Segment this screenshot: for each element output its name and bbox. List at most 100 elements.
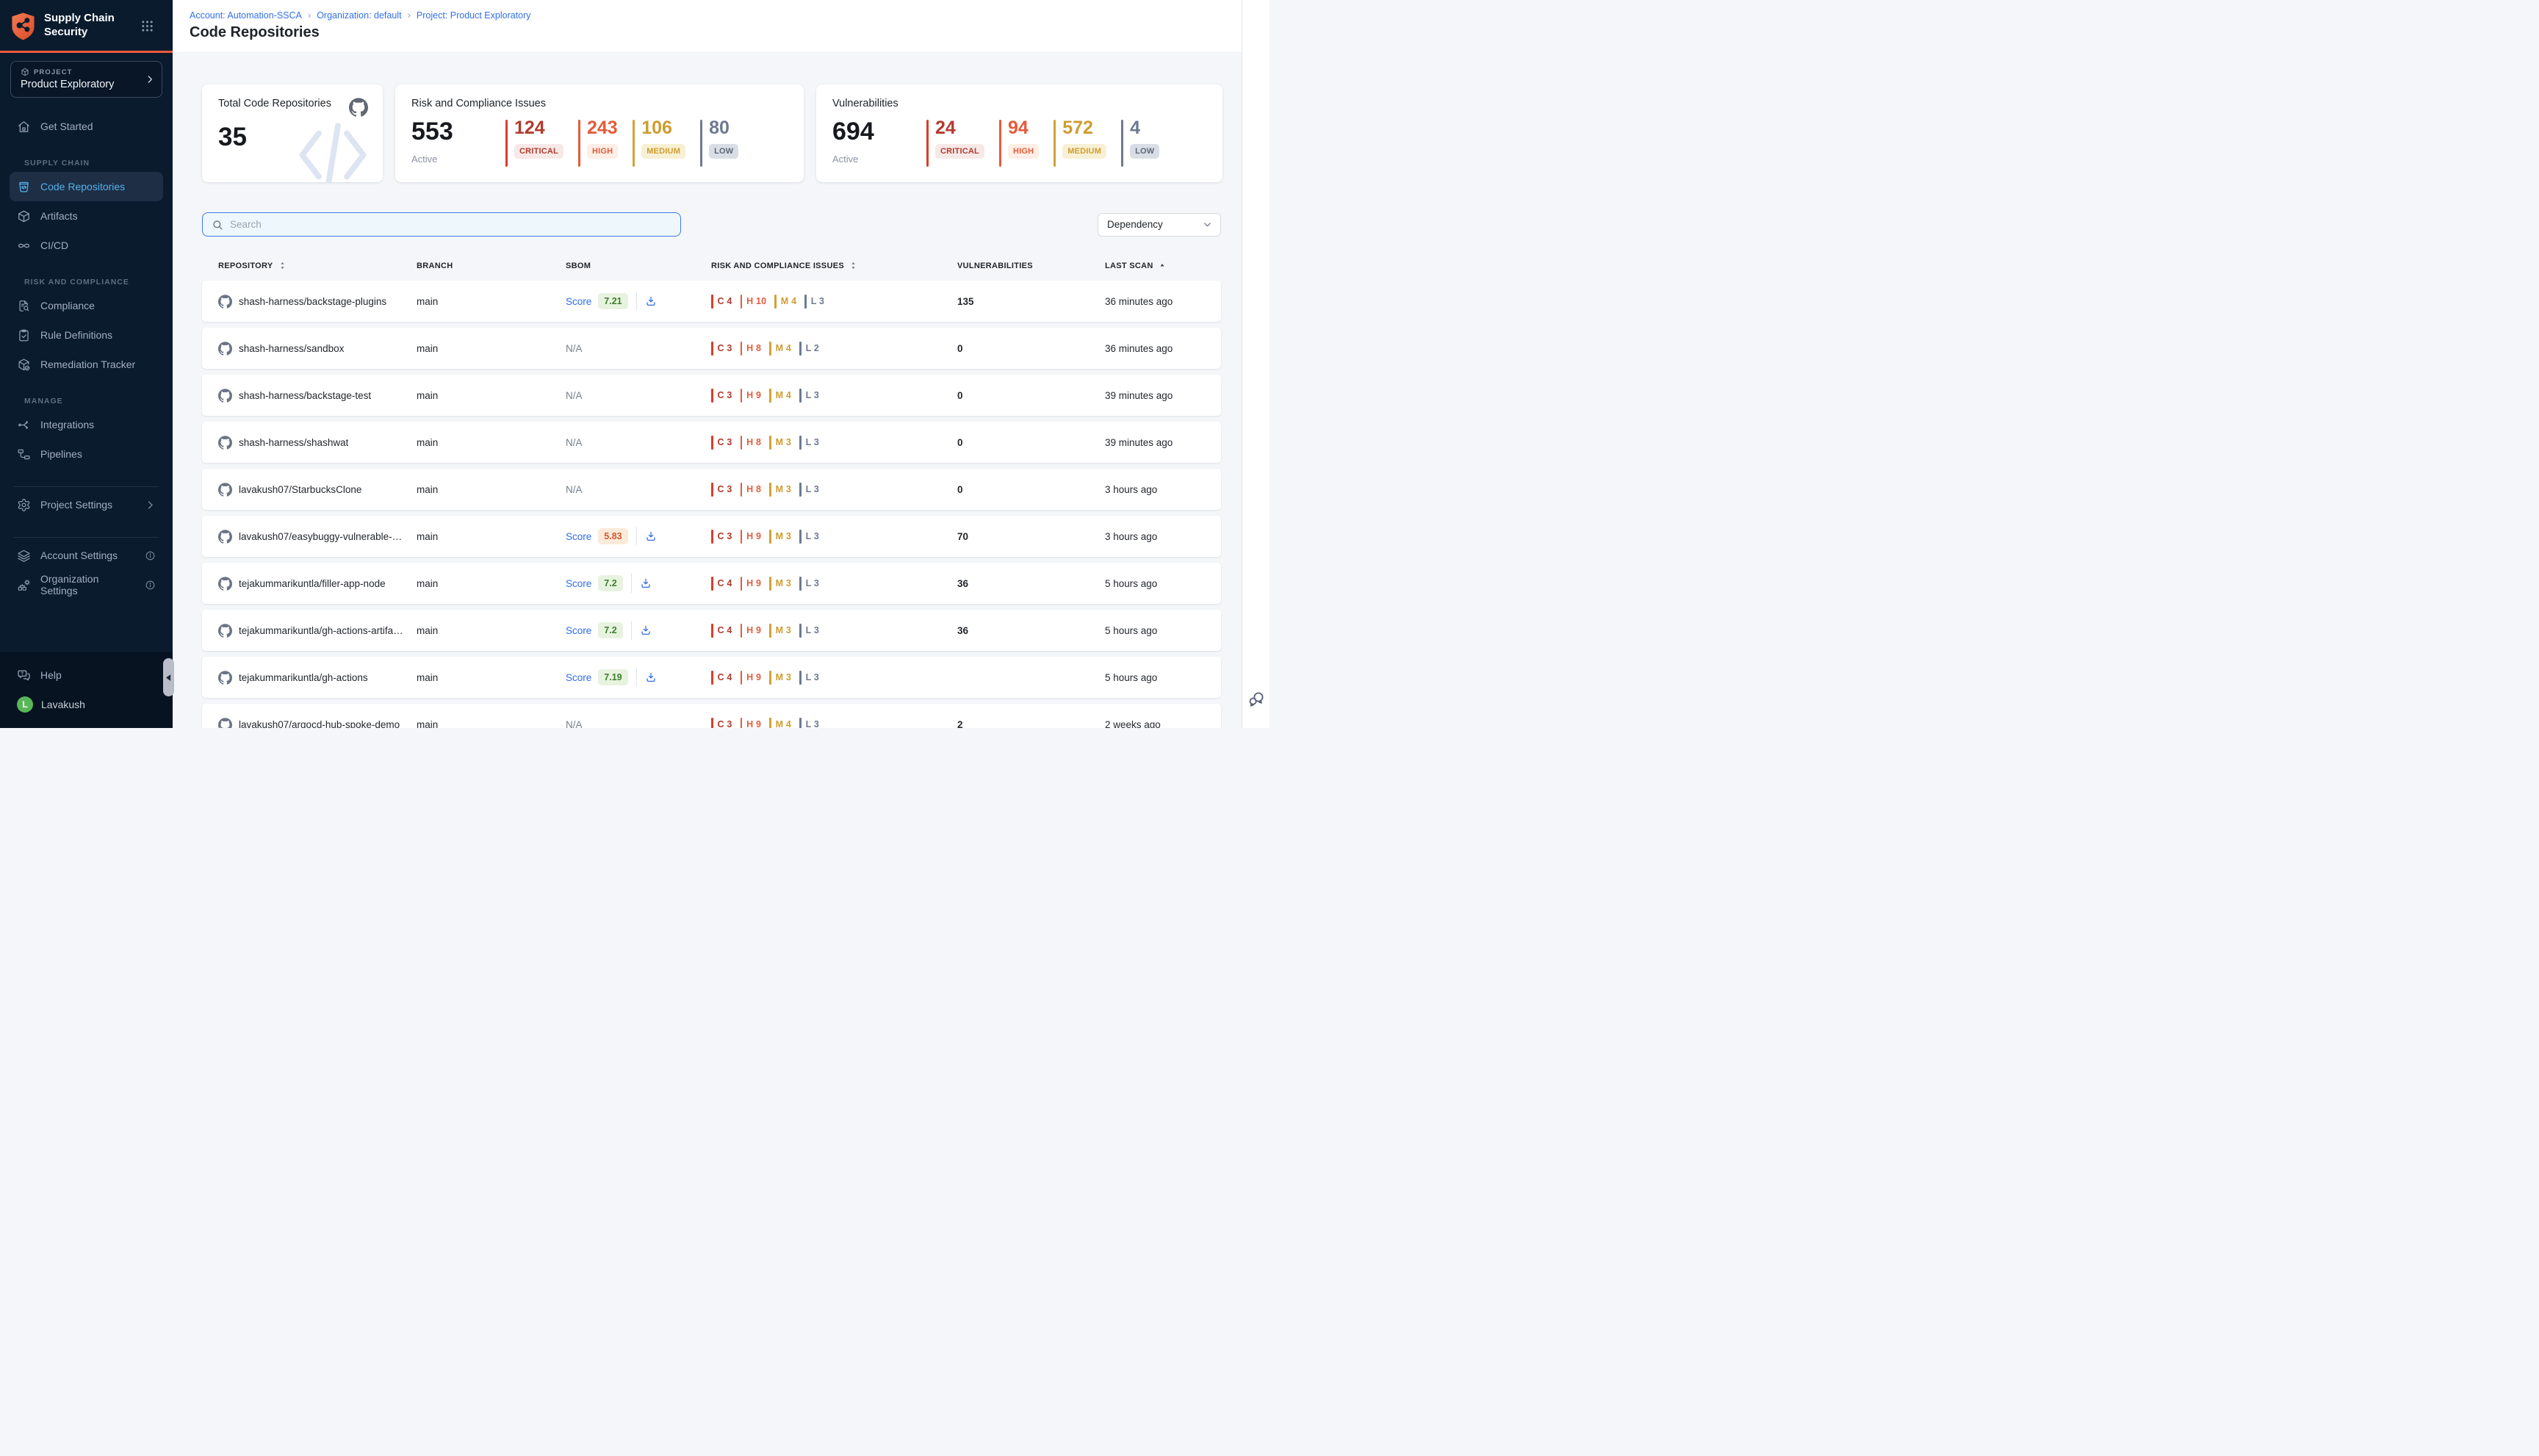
github-icon [218, 530, 232, 544]
sbom-score-badge: 7.19 [598, 669, 627, 685]
sbom-score-link[interactable]: Score [566, 625, 591, 636]
issue-chip-critical: C 4 [711, 671, 732, 685]
repo-row[interactable]: shash-harness/backstage-pluginsmainScore… [202, 281, 1221, 322]
severity-low: 4LOW [1121, 119, 1159, 167]
download-sbom-button[interactable] [640, 577, 652, 589]
support-chat-icon[interactable] [1247, 691, 1265, 708]
sidebar-item-label: CI/CD [40, 239, 68, 251]
sidebar-item-label: Integrations [40, 419, 94, 430]
breadcrumb-link-1[interactable]: Organization: default [317, 10, 401, 21]
severity-count: 572 [1062, 119, 1106, 137]
sidebar-item-account-settings[interactable]: Account Settings [10, 541, 163, 570]
github-icon [218, 483, 232, 497]
shield-logo-icon [10, 12, 36, 40]
download-sbom-button[interactable] [640, 624, 652, 636]
sidebar-item-organization-settings[interactable]: Organization Settings [10, 570, 163, 599]
sidebar-item-label: Code Repositories [40, 181, 125, 192]
vulnerability-count: 2 [957, 719, 1105, 729]
issue-chip-high: H 9 [741, 624, 762, 638]
sbom-cell: Score7.2 [566, 621, 711, 640]
sidebar-item-rule-definitions[interactable]: Rule Definitions [10, 320, 163, 350]
sidebar-item-pipelines[interactable]: Pipelines [10, 439, 163, 469]
repo-row[interactable]: tejakummarikuntla/gh-actionsmainScore7.1… [202, 657, 1221, 698]
active-label: Active [832, 154, 926, 165]
sbom-score-link[interactable]: Score [566, 672, 591, 683]
table-controls: Dependency [202, 212, 1221, 237]
vulnerability-count: 36 [957, 625, 1105, 636]
sidebar-item-cicd[interactable]: CI/CD [10, 231, 163, 260]
column-header-risk-and-compliance-issues[interactable]: RISK AND COMPLIANCE ISSUES [711, 261, 957, 270]
user-name: Lavakush [41, 699, 85, 710]
risk-compliance-cell: C 3H 9M 4L 3 [711, 389, 957, 403]
github-icon [349, 98, 368, 117]
user-menu[interactable]: L Lavakush [10, 690, 163, 719]
search-input[interactable] [230, 219, 671, 230]
sbom-score-link[interactable]: Score [566, 296, 591, 307]
column-header-last-scan[interactable]: LAST SCAN [1105, 261, 1221, 270]
sidebar-item-get-started[interactable]: Get Started [10, 112, 163, 141]
cube-icon [21, 68, 29, 76]
issue-chip-low: L 3 [799, 530, 819, 544]
card-title: Vulnerabilities [832, 98, 1206, 109]
sbom-score-link[interactable]: Score [566, 531, 591, 542]
repo-row[interactable]: tejakummarikuntla/filler-app-nodemainSco… [202, 563, 1221, 604]
repo-row[interactable]: shash-harness/shashwatmainN/AC 3H 8M 3L … [202, 422, 1221, 463]
severity-bar [578, 120, 580, 167]
issue-chip-low: L 3 [799, 389, 819, 403]
severity-critical: 124CRITICAL [505, 119, 563, 167]
sidebar-item-remediation-tracker[interactable]: Remediation Tracker [10, 350, 163, 379]
vulnerability-count: 0 [957, 343, 1105, 354]
severity-label: MEDIUM [641, 144, 685, 159]
download-sbom-button[interactable] [645, 295, 657, 307]
repo-row[interactable]: lavakush07/easybuggy-vulnerable-app...ma… [202, 516, 1221, 557]
last-scan: 3 hours ago [1105, 531, 1221, 542]
breadcrumb-link-0[interactable]: Account: Automation-SSCA [190, 10, 302, 21]
nav-section-supply-chain: SUPPLY CHAIN [24, 159, 157, 167]
sidebar-item-artifacts[interactable]: Artifacts [10, 201, 163, 231]
repo-row[interactable]: tejakummarikuntla/gh-actions-artifactsma… [202, 610, 1221, 651]
sidebar-item-integrations[interactable]: Integrations [10, 410, 163, 439]
issue-chip-low: L 3 [799, 624, 819, 638]
download-sbom-button[interactable] [645, 530, 657, 542]
issue-chip-low: L 3 [799, 671, 819, 685]
severity-high: 94HIGH [999, 119, 1039, 167]
repo-name: lavakush07/StarbucksClone [239, 484, 361, 495]
filter-dropdown[interactable]: Dependency [1098, 213, 1221, 237]
sidebar-item-label: Pipelines [40, 448, 82, 460]
issue-chip-medium: M 4 [769, 389, 791, 403]
severity-breakdown: 24CRITICAL94HIGH572MEDIUM4LOW [926, 119, 1159, 167]
vulnerability-count: 0 [957, 390, 1105, 401]
card-title: Total Code Repositories [218, 98, 367, 109]
repo-row[interactable]: lavakush07/argocd-hub-spoke-demomainN/AC… [202, 704, 1221, 728]
sbom-na: N/A [566, 484, 583, 495]
sidebar-item-code-repositories[interactable]: Code Repositories [10, 172, 163, 201]
divider [636, 527, 637, 546]
risk-compliance-cell: C 4H 10M 4L 3 [711, 295, 957, 309]
last-scan: 2 weeks ago [1105, 719, 1221, 729]
issue-chip-high: H 9 [741, 577, 762, 591]
app-title: Supply Chain Security [44, 12, 133, 40]
artifacts-box-icon [17, 209, 31, 223]
search-box[interactable] [202, 212, 681, 237]
repo-row[interactable]: lavakush07/StarbucksClonemainN/AC 3H 8M … [202, 469, 1221, 510]
download-sbom-button[interactable] [645, 671, 657, 683]
table-header-row: REPOSITORYBRANCHSBOMRISK AND COMPLIANCE … [202, 261, 1221, 270]
sidebar-item-help[interactable]: ? Help [10, 660, 163, 690]
branch: main [417, 343, 566, 354]
sidebar-collapse-handle[interactable] [163, 658, 174, 696]
repo-name: lavakush07/argocd-hub-spoke-demo [239, 719, 400, 729]
code-repo-icon [17, 180, 31, 194]
issue-chip-medium: M 3 [769, 530, 791, 544]
last-scan: 3 hours ago [1105, 484, 1221, 495]
module-grid-menu-icon[interactable] [141, 20, 154, 32]
repo-row[interactable]: shash-harness/backstage-testmainN/AC 3H … [202, 375, 1221, 416]
project-selector[interactable]: PROJECT Product Exploratory [10, 61, 162, 98]
summary-cards: Total Code Repositories 35 Risk and Comp… [202, 84, 1270, 182]
sbom-score-link[interactable]: Score [566, 578, 591, 589]
sidebar-item-compliance[interactable]: Compliance [10, 291, 163, 320]
sidebar-item-project-settings[interactable]: Project Settings [10, 490, 163, 519]
repo-row[interactable]: shash-harness/sandboxmainN/AC 3H 8M 4L 2… [202, 328, 1221, 369]
breadcrumb-link-2[interactable]: Project: Product Exploratory [417, 10, 531, 21]
severity-count: 124 [514, 119, 563, 137]
column-header-repository[interactable]: REPOSITORY [218, 261, 417, 270]
